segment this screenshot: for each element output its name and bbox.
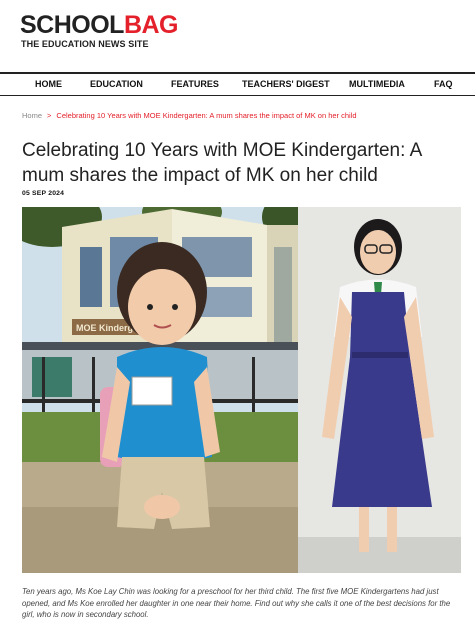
article-date: 05 SEP 2024 (22, 190, 65, 197)
nav-multimedia[interactable]: MULTIMEDIA (349, 79, 405, 89)
site-header: SCHOOLBAG THE EDUCATION NEWS SITE (0, 0, 475, 70)
nav-education[interactable]: EDUCATION (90, 79, 143, 89)
article-photo: MOE Kindergar (22, 207, 461, 573)
logo-school-text: SCHOOL (20, 11, 124, 39)
breadcrumb: Home > Celebrating 10 Years with MOE Kinde… (22, 111, 357, 120)
nav-features[interactable]: FEATURES (171, 79, 219, 89)
main-nav: HOME EDUCATION FEATURES TEACHERS' DIGEST… (0, 72, 475, 96)
breadcrumb-current: Celebrating 10 Years with MOE Kindergart… (56, 111, 357, 120)
article-title: Celebrating 10 Years with MOE Kindergart… (22, 140, 422, 186)
logo-bag-text: BAG (123, 11, 179, 39)
breadcrumb-home-link[interactable]: Home (22, 111, 42, 120)
photo-caption: Ten years ago, Ms Koe Lay Chin was looki… (22, 587, 451, 619)
site-logo[interactable]: SCHOOLBAG (20, 11, 179, 39)
nav-teachers-digest[interactable]: TEACHERS' DIGEST (242, 79, 330, 89)
nav-faq[interactable]: FAQ (434, 79, 453, 89)
photo-right-scene (298, 207, 461, 573)
photo-left-scene: MOE Kindergar (22, 207, 322, 573)
nav-home[interactable]: HOME (35, 79, 62, 89)
site-tagline: THE EDUCATION NEWS SITE (21, 38, 149, 50)
breadcrumb-separator: > (47, 111, 52, 120)
